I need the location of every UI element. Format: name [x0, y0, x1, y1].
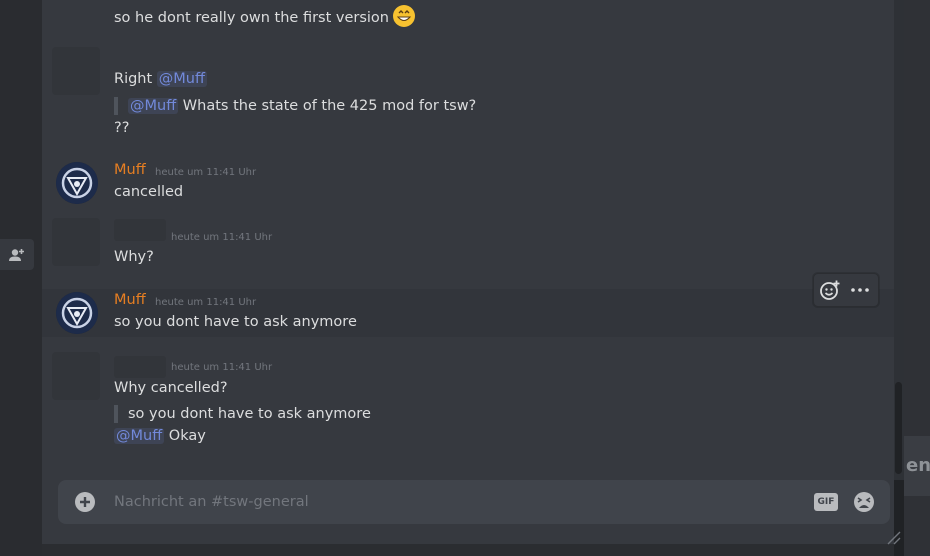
more-icon [851, 288, 869, 292]
user-mention[interactable]: @Muff [156, 71, 207, 87]
user-mention[interactable]: @Muff [128, 98, 179, 114]
more-options-button[interactable] [848, 278, 872, 302]
message-composer: Nachricht an #tsw-general GIF [58, 480, 890, 524]
avatar[interactable] [56, 162, 98, 204]
message-content: Right [114, 71, 157, 87]
message-content: so he dont really own the first version [114, 10, 389, 26]
resize-handle[interactable] [884, 528, 902, 546]
avatar[interactable] [56, 292, 98, 334]
message-content: Why? [114, 249, 154, 265]
plus-icon [80, 497, 90, 507]
add-friend-button[interactable] [0, 239, 34, 270]
scrollbar-thumb[interactable] [895, 382, 902, 474]
timestamp: heute um 11:41 Uhr [171, 232, 273, 243]
add-person-icon [9, 248, 24, 261]
username-placeholder [114, 219, 166, 241]
avatar-placeholder [52, 352, 100, 400]
message-list: so he dont really own the first version … [42, 0, 894, 556]
left-rail [0, 0, 42, 556]
message-content: so you dont have to ask anymore [114, 314, 357, 330]
message-text: @Muff Okay [114, 428, 206, 444]
grinning-emoji-icon [393, 5, 415, 27]
bottom-strip [42, 544, 894, 556]
message-text: so he dont really own the first version [114, 5, 415, 27]
username[interactable]: Muff [114, 162, 146, 178]
message-text: Right @Muff [114, 71, 207, 87]
message-content: ?? [114, 120, 130, 136]
username[interactable]: Muff [114, 292, 146, 308]
message: so he dont really own the first version [42, 0, 894, 36]
username-placeholder [114, 356, 166, 378]
block-quote: so you dont have to ask anymore [114, 405, 371, 423]
block-quote: @Muff Whats the state of the 425 mod for… [114, 97, 476, 115]
add-reaction-icon [820, 280, 840, 300]
message-actions-bar [813, 273, 879, 307]
message: heute um 11:41 Uhr Why cancelled? so you… [42, 345, 894, 455]
message: Right @Muff @Muff Whats the state of the… [42, 40, 894, 148]
tired-face-emoji-icon [854, 492, 874, 512]
timestamp: heute um 11:41 Uhr [155, 297, 257, 308]
message: heute um 11:41 Uhr Why? [42, 214, 894, 276]
add-reaction-button[interactable] [818, 278, 842, 302]
timestamp: heute um 11:41 Uhr [171, 362, 273, 373]
message: Muff heute um 11:41 Uhr cancelled [42, 152, 894, 210]
message-content: cancelled [114, 184, 184, 200]
message-content: Okay [164, 428, 206, 444]
gif-button[interactable]: GIF [814, 493, 838, 511]
avatar-placeholder [52, 218, 100, 266]
timestamp: heute um 11:41 Uhr [155, 167, 257, 178]
upload-button[interactable] [75, 492, 95, 512]
side-peek-text: en [904, 436, 930, 496]
quote-text: Whats the state of the 425 mod for tsw? [178, 98, 477, 114]
avatar-placeholder [52, 47, 100, 95]
message: Muff heute um 11:41 Uhr so you dont have… [42, 289, 894, 337]
resize-icon [887, 531, 901, 545]
message-input[interactable]: Nachricht an #tsw-general [114, 480, 309, 524]
user-mention[interactable]: @Muff [114, 428, 165, 444]
emoji-picker-button[interactable] [853, 491, 875, 513]
message-content: Why cancelled? [114, 380, 228, 396]
